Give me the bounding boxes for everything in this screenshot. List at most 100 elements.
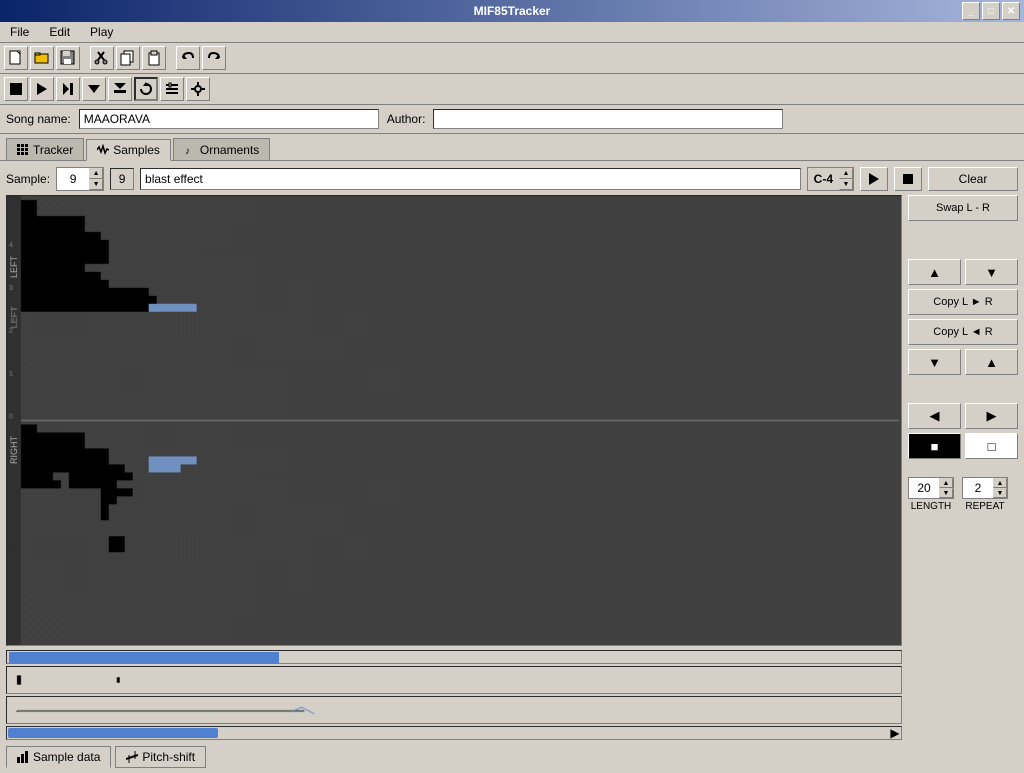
length-up[interactable]: ▲ [939, 478, 953, 488]
waveform-canvas-wrap[interactable]: LEFT RIGHT [6, 195, 902, 646]
close-button[interactable]: ✕ [1002, 2, 1020, 20]
sample-label: Sample: [6, 172, 50, 186]
note-spinbox: C-4 ▲ ▼ [807, 167, 854, 191]
repeat-down[interactable]: ▼ [993, 488, 1007, 498]
sample-number-down[interactable]: ▼ [89, 179, 103, 190]
new-button[interactable] [4, 46, 28, 70]
menu-file[interactable]: File [4, 24, 35, 40]
cut-button[interactable] [90, 46, 114, 70]
fill-white-button[interactable]: □ [965, 433, 1018, 459]
up-down-row-1: ▲ ▼ [908, 259, 1018, 285]
scrollbar-thumb[interactable] [9, 652, 279, 664]
toolbar-1 [0, 43, 1024, 74]
svg-text:♪: ♪ [185, 146, 190, 156]
pitch-canvas [7, 697, 901, 723]
sample-sub-number: 9 [110, 168, 134, 190]
waveform-canvas[interactable] [7, 196, 901, 645]
nav-right-button[interactable]: ▶ [965, 403, 1018, 429]
sample-number-spinbtns: ▲ ▼ [89, 168, 103, 190]
title-bar: MIF85Tracker _ □ ✕ [0, 0, 1024, 22]
song-name-label: Song name: [6, 112, 71, 126]
toolbar-2 [0, 74, 1024, 105]
bottom-scrollbar[interactable]: ▶ [6, 726, 902, 740]
right-up-button[interactable]: ▲ [965, 349, 1018, 375]
bottom-scroll-thumb[interactable] [8, 728, 218, 738]
waveform-scrollbar[interactable] [6, 650, 902, 664]
mini-canvas [7, 667, 901, 693]
maximize-button[interactable]: □ [982, 2, 1000, 20]
black-white-row: ■ □ [908, 433, 1018, 459]
waveform-area: LEFT RIGHT ▶ [6, 195, 1018, 768]
tab-tracker[interactable]: Tracker [6, 138, 84, 160]
note-down[interactable]: ▼ [839, 179, 853, 190]
tab-samples[interactable]: Samples [86, 139, 171, 161]
swap-lr-button[interactable]: Swap L - R [908, 195, 1018, 221]
controls-panel: Swap L - R ▲ ▼ Copy L ► R Copy L ◄ R ▼ ▲… [908, 195, 1018, 768]
tab-ornaments[interactable]: ♪ Ornaments [173, 138, 270, 160]
tabs-bar: Tracker Samples ♪ Ornaments [0, 134, 1024, 161]
song-name-input[interactable] [79, 109, 379, 129]
config-button[interactable] [160, 77, 184, 101]
author-input[interactable] [433, 109, 783, 129]
copy-lr-button[interactable]: Copy L ► R [908, 289, 1018, 315]
paste-button[interactable] [142, 46, 166, 70]
stop-button[interactable] [4, 77, 28, 101]
copy-rl-button[interactable]: Copy L ◄ R [908, 319, 1018, 345]
step-down-fill-button[interactable] [108, 77, 132, 101]
step-down-button[interactable] [82, 77, 106, 101]
sample-stop-button[interactable] [894, 167, 922, 191]
repeat-up[interactable]: ▲ [993, 478, 1007, 488]
left-down-button[interactable]: ▼ [965, 259, 1018, 285]
copy-button[interactable] [116, 46, 140, 70]
left-right-row: ◀ ▶ [908, 403, 1018, 429]
play-button[interactable] [30, 77, 54, 101]
refresh-button[interactable] [134, 77, 158, 101]
open-button[interactable] [30, 46, 54, 70]
clear-button[interactable]: Clear [928, 167, 1018, 191]
tab-samples-label: Samples [113, 143, 160, 157]
note-value[interactable]: C-4 [808, 168, 839, 190]
left-label: LEFT [9, 256, 19, 278]
tab-tracker-label: Tracker [33, 143, 73, 157]
right-down-button[interactable]: ▼ [908, 349, 961, 375]
repeat-spinbox: 2 ▲ ▼ [962, 477, 1008, 499]
bottom-tabs: Sample data Pitch-shift [6, 746, 902, 768]
scroll-right-arrow[interactable]: ▶ [890, 728, 900, 738]
pitch-display [6, 696, 902, 724]
sample-row: Sample: 9 ▲ ▼ 9 C-4 ▲ ▼ [6, 167, 1018, 191]
menu-bar: File Edit Play [0, 22, 1024, 43]
menu-play[interactable]: Play [84, 24, 119, 40]
undo-button[interactable] [176, 46, 200, 70]
tab-pitch-shift[interactable]: Pitch-shift [115, 746, 206, 768]
length-spinbox: 20 ▲ ▼ [908, 477, 954, 499]
fill-black-button[interactable]: ■ [908, 433, 961, 459]
title-buttons: _ □ ✕ [962, 2, 1020, 20]
play-loop-button[interactable] [56, 77, 80, 101]
up-down-row-2: ▼ ▲ [908, 349, 1018, 375]
nav-left-button[interactable]: ◀ [908, 403, 961, 429]
right-label: RIGHT [9, 436, 19, 464]
save-button[interactable] [56, 46, 80, 70]
sample-number-spinbox: 9 ▲ ▼ [56, 167, 104, 191]
mini-waveform [6, 666, 902, 694]
settings-button[interactable] [186, 77, 210, 101]
tab-ornaments-label: Ornaments [200, 143, 259, 157]
minimize-button[interactable]: _ [962, 2, 980, 20]
window-title: MIF85Tracker [474, 4, 551, 18]
sample-number-up[interactable]: ▲ [89, 168, 103, 179]
tab-sample-data[interactable]: Sample data [6, 746, 111, 768]
author-label: Author: [387, 112, 426, 126]
menu-edit[interactable]: Edit [43, 24, 76, 40]
repeat-label: REPEAT [965, 501, 1004, 512]
repeat-value[interactable]: 2 [963, 478, 993, 498]
length-repeat-row: 20 ▲ ▼ LENGTH 2 ▲ ▼ [908, 477, 1018, 512]
left-up-button[interactable]: ▲ [908, 259, 961, 285]
sample-play-button[interactable] [860, 167, 888, 191]
redo-button[interactable] [202, 46, 226, 70]
song-bar: Song name: Author: [0, 105, 1024, 134]
length-value[interactable]: 20 [909, 478, 939, 498]
length-down[interactable]: ▼ [939, 488, 953, 498]
sample-number-value[interactable]: 9 [57, 168, 89, 190]
sample-name-input[interactable] [140, 168, 801, 190]
note-up[interactable]: ▲ [839, 168, 853, 179]
